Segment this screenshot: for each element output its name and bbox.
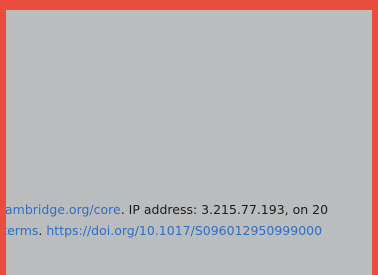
terms-doi-footer-line: /terms. https://doi.org/10.1017/S0960129…: [6, 223, 322, 239]
document-frame: ambridge.org/core. IP address: 3.215.77.…: [0, 0, 378, 275]
doi-link[interactable]: https://doi.org/10.1017/S096012950999000: [46, 223, 322, 238]
cambridge-core-link[interactable]: ambridge.org/core: [6, 202, 121, 217]
access-footer-line: ambridge.org/core. IP address: 3.215.77.…: [6, 202, 328, 218]
ip-address-text: . IP address: 3.215.77.193, on 20: [120, 202, 329, 217]
terms-link[interactable]: /terms: [6, 223, 38, 238]
document-page: ambridge.org/core. IP address: 3.215.77.…: [6, 10, 372, 275]
